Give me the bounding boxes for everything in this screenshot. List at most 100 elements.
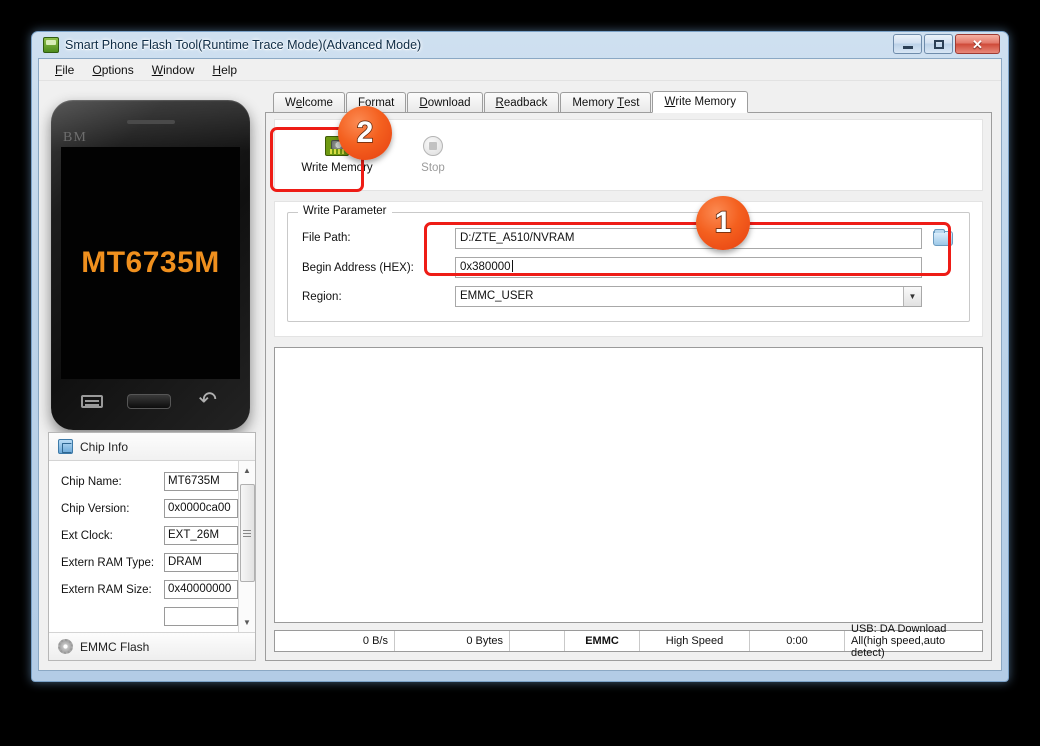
close-button[interactable]: ✕ (955, 34, 1000, 54)
file-path-label: File Path: (302, 232, 455, 244)
write-memory-label: Write Memory (301, 162, 372, 174)
begin-address-input[interactable]: 0x380000 (455, 257, 922, 278)
file-path-row: File Path: D:/ZTE_A510/NVRAM (302, 227, 955, 249)
menu-button-icon (81, 395, 103, 408)
minimize-icon (903, 46, 913, 49)
chip-version-value[interactable]: 0x0000ca00 (164, 499, 238, 518)
menu-help-accel: H (212, 63, 221, 77)
begin-address-label: Begin Address (HEX): (302, 262, 455, 274)
scrollbar-grip (243, 530, 251, 537)
status-storage: EMMC (565, 631, 640, 651)
status-usb-speed: High Speed (640, 631, 750, 651)
phone-preview: BM MT6735M ↶ (51, 100, 250, 430)
chip-info-body: Chip Name: MT6735M Chip Version: 0x0000c… (49, 461, 255, 632)
window-title: Smart Phone Flash Tool(Runtime Trace Mod… (65, 38, 421, 52)
status-elapsed: 0:00 (750, 631, 845, 651)
ext-clock-label: Ext Clock: (61, 530, 164, 542)
chip-version-label: Chip Version: (61, 503, 164, 515)
region-select[interactable]: EMMC_USER ▼ (455, 286, 922, 307)
status-speed: 0 B/s (275, 631, 395, 651)
tab-download-accel: D (419, 97, 427, 109)
home-button-icon (127, 394, 171, 409)
scroll-down-icon[interactable]: ▼ (240, 615, 255, 630)
folder-icon (933, 231, 953, 246)
chip-info-header: Chip Info (49, 433, 255, 461)
file-path-input[interactable]: D:/ZTE_A510/NVRAM (455, 228, 922, 249)
back-button-icon: ↶ (196, 391, 220, 411)
client-area: File Options Window Help BM MT6735M (38, 58, 1002, 671)
menu-window-accel: W (152, 63, 163, 77)
emmc-flash-section[interactable]: EMMC Flash (49, 632, 255, 660)
tab-download[interactable]: Download (407, 92, 482, 112)
chip-name-label: Chip Name: (61, 476, 164, 488)
scrollbar-track[interactable] (240, 478, 255, 615)
left-panel: BM MT6735M ↶ Chip Info (48, 92, 256, 661)
watermark-text: BM (63, 130, 87, 146)
extern-ram-type-value[interactable]: DRAM (164, 553, 238, 572)
step-badge-2: 2 (338, 106, 392, 160)
menu-window[interactable]: Window (143, 60, 204, 80)
menu-options-rest: ptions (102, 63, 134, 77)
phone-nav-bar: ↶ (51, 388, 250, 414)
menu-help-rest: elp (221, 63, 237, 77)
partial-value[interactable] (164, 607, 238, 626)
chip-info-row: Chip Name: MT6735M (61, 472, 238, 491)
stop-circle-icon (423, 136, 443, 156)
step-badge-2-number: 2 (357, 118, 374, 148)
extern-ram-type-label: Extern RAM Type: (61, 557, 164, 569)
stop-button[interactable]: Stop (389, 126, 477, 184)
step-badge-1-number: 1 (715, 208, 732, 238)
status-connection: USB: DA Download All(high speed,auto det… (845, 631, 982, 651)
status-spacer (510, 631, 565, 651)
menu-window-rest: indow (163, 63, 194, 77)
menu-bar: File Options Window Help (39, 59, 1001, 81)
chevron-down-icon[interactable]: ▼ (903, 287, 921, 306)
application-window: Smart Phone Flash Tool(Runtime Trace Mod… (31, 31, 1009, 682)
region-value: EMMC_USER (460, 287, 533, 306)
emmc-flash-label: EMMC Flash (80, 640, 149, 654)
region-label: Region: (302, 291, 455, 303)
begin-address-value: 0x380000 (460, 261, 511, 273)
step-badge-1: 1 (696, 196, 750, 250)
chip-name-display: MT6735M (81, 246, 220, 280)
browse-file-button[interactable] (931, 227, 955, 249)
tab-readback[interactable]: Readback (484, 92, 560, 112)
tab-memory-test[interactable]: Memory Test (560, 92, 651, 112)
chip-info-scrollbar[interactable]: ▲ ▼ (238, 461, 255, 632)
chip-info-panel: Chip Info Chip Name: MT6735M Chip Versio… (48, 432, 256, 661)
tab-memory-test-accel: T (617, 97, 624, 109)
status-bytes: 0 Bytes (395, 631, 510, 651)
minimize-button[interactable] (893, 34, 922, 54)
close-icon: ✕ (972, 38, 983, 51)
write-parameter-title: Write Parameter (298, 205, 392, 217)
tab-write-memory-accel: W (664, 96, 675, 108)
menu-help[interactable]: Help (203, 60, 246, 80)
scroll-up-icon[interactable]: ▲ (240, 463, 255, 478)
region-row: Region: EMMC_USER ▼ (302, 286, 955, 307)
phone-screen: MT6735M (61, 147, 240, 379)
tab-write-memory[interactable]: Write Memory (652, 91, 748, 113)
log-output-area (274, 347, 983, 623)
text-caret (512, 260, 513, 272)
write-parameter-area: Write Parameter File Path: D:/ZTE_A510/N… (274, 201, 983, 337)
phone-speaker (127, 120, 175, 124)
menu-options-accel: O (92, 63, 101, 77)
main-area: Welcome Format Download Readback Memory … (265, 92, 992, 661)
menu-options[interactable]: Options (83, 60, 142, 80)
chip-info-row: Ext Clock: EXT_26M (61, 526, 238, 545)
chip-info-fields: Chip Name: MT6735M Chip Version: 0x0000c… (49, 461, 238, 632)
title-bar: Smart Phone Flash Tool(Runtime Trace Mod… (38, 32, 1002, 58)
tab-readback-accel: R (496, 97, 504, 109)
scrollbar-thumb[interactable] (240, 484, 255, 582)
ext-clock-value[interactable]: EXT_26M (164, 526, 238, 545)
stop-label: Stop (421, 162, 445, 174)
window-controls: ✕ (893, 34, 1000, 54)
maximize-icon (934, 40, 944, 49)
write-memory-tab-page: Write Memory Stop Write Parameter File P… (265, 113, 992, 661)
maximize-button[interactable] (924, 34, 953, 54)
menu-file[interactable]: File (46, 60, 83, 80)
tab-welcome[interactable]: Welcome (273, 92, 345, 112)
menu-file-rest: ile (62, 63, 74, 77)
chip-name-value[interactable]: MT6735M (164, 472, 238, 491)
extern-ram-size-value[interactable]: 0x40000000 (164, 580, 238, 599)
